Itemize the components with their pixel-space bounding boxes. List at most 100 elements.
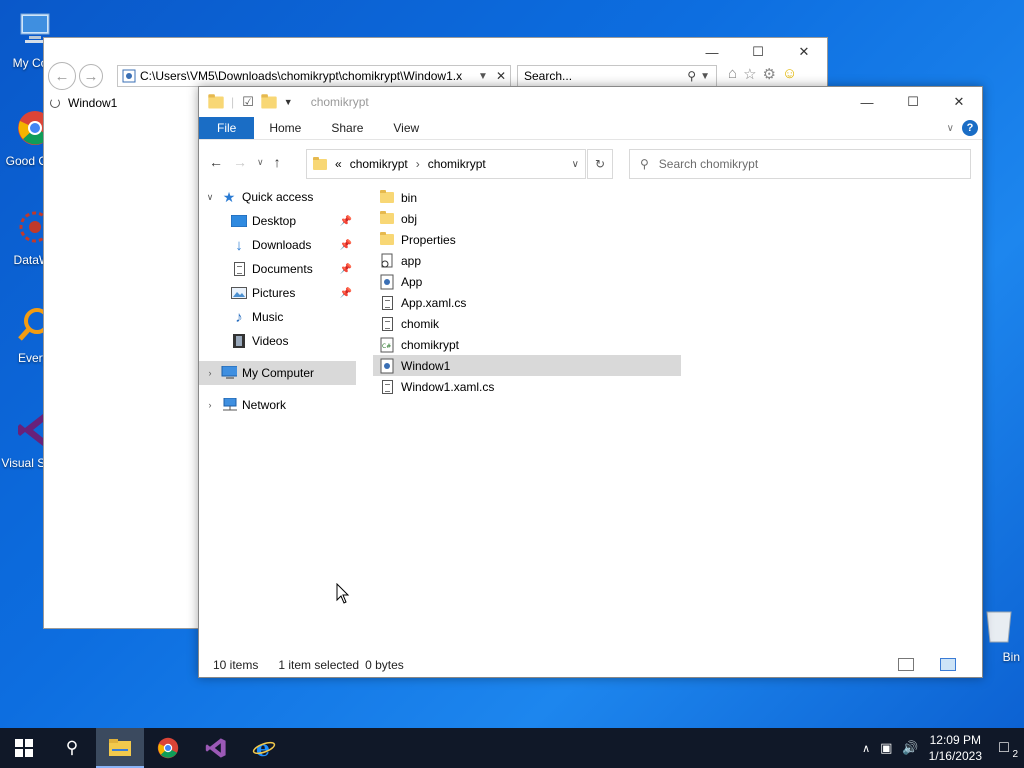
- folder-icon: [313, 156, 327, 170]
- breadcrumb-item[interactable]: chomikrypt: [428, 157, 486, 171]
- list-item[interactable]: chomik: [373, 313, 681, 334]
- explorer-close-button[interactable]: ✕: [936, 87, 982, 117]
- list-item[interactable]: Properties: [373, 229, 681, 250]
- expand-chevron-icon[interactable]: ›: [199, 368, 221, 378]
- new-folder-icon[interactable]: [261, 93, 277, 109]
- volume-icon[interactable]: 🔊: [902, 740, 918, 756]
- taskbar-internet-explorer[interactable]: e: [240, 728, 288, 768]
- nav-quick-access[interactable]: ∨ ★ Quick access: [199, 185, 356, 209]
- list-item[interactable]: C# chomikrypt: [373, 334, 681, 355]
- nav-my-computer[interactable]: › My Computer: [199, 361, 356, 385]
- list-item[interactable]: Window1.xaml.cs: [373, 376, 681, 397]
- ie-nav: ← →: [48, 62, 106, 90]
- search-button[interactable]: ⚲: [48, 728, 96, 768]
- explorer-search-box[interactable]: ⚲ Search chomikrypt: [629, 149, 971, 179]
- forward-arrow-icon[interactable]: →: [233, 154, 247, 170]
- expand-ribbon-icon[interactable]: ∨: [947, 123, 954, 134]
- svg-text:e: e: [256, 736, 270, 760]
- ie-address-bar[interactable]: C:\Users\VM5\Downloads\chomikrypt\chomik…: [117, 65, 511, 87]
- ie-close-button[interactable]: ✕: [781, 38, 827, 66]
- properties-checkbox-icon[interactable]: ☑: [242, 94, 254, 110]
- chrome-icon: [157, 737, 179, 759]
- nav-label: Documents: [252, 262, 313, 276]
- large-icons-view-icon[interactable]: [940, 658, 956, 671]
- clock[interactable]: 12:09 PM 1/16/2023: [929, 732, 982, 764]
- search-icon[interactable]: ⚲: [687, 69, 696, 83]
- nav-item-pictures[interactable]: Pictures 📌: [199, 281, 356, 305]
- up-arrow-icon[interactable]: ↑: [274, 154, 281, 170]
- document-icon: [379, 316, 395, 332]
- taskbar-file-explorer[interactable]: [96, 728, 144, 768]
- nav-item-music[interactable]: ♪ Music: [199, 305, 356, 329]
- ie-search-dropdown-icon[interactable]: ▼: [700, 71, 710, 82]
- music-note-icon: ♪: [235, 308, 243, 326]
- favorites-star-icon[interactable]: ☆: [743, 65, 756, 83]
- pin-icon[interactable]: 📌: [340, 216, 352, 227]
- ribbon-right: ∨ ?: [947, 120, 978, 136]
- tab-file[interactable]: File: [199, 117, 255, 139]
- nav-item-videos[interactable]: Videos: [199, 329, 356, 353]
- collapse-chevron-icon[interactable]: ∨: [199, 192, 221, 203]
- list-item[interactable]: App: [373, 271, 681, 292]
- list-item[interactable]: app: [373, 250, 681, 271]
- tab-home[interactable]: Home: [254, 117, 316, 139]
- notification-icon: □: [999, 739, 1009, 756]
- gear-icon[interactable]: ⚙: [763, 65, 776, 83]
- breadcrumb-overflow[interactable]: «: [335, 157, 342, 171]
- pictures-icon: [231, 285, 247, 301]
- nav-item-documents[interactable]: Documents 📌: [199, 257, 356, 281]
- ie-search-box[interactable]: Search... ⚲ ▼: [517, 65, 717, 87]
- list-item[interactable]: bin: [373, 187, 681, 208]
- ie-address-dropdown-icon[interactable]: ▼: [478, 71, 488, 82]
- ie-stop-icon[interactable]: ✕: [496, 69, 506, 83]
- qat-dropdown-icon[interactable]: ▼: [284, 97, 293, 107]
- pin-icon[interactable]: 📌: [340, 288, 352, 299]
- network-tray-icon[interactable]: ▣: [880, 740, 892, 756]
- quick-access-toolbar: | ☑ ▼ chomikrypt: [208, 93, 369, 110]
- pin-icon[interactable]: 📌: [340, 264, 352, 275]
- details-view-icon[interactable]: [898, 658, 914, 671]
- nav-label: Music: [252, 310, 284, 324]
- ie-minimize-button[interactable]: —: [689, 38, 735, 66]
- nav-network[interactable]: › Network: [199, 393, 356, 417]
- ie-back-button[interactable]: ←: [48, 62, 76, 90]
- taskbar-visual-studio[interactable]: [192, 728, 240, 768]
- explorer-maximize-button[interactable]: ☐: [890, 87, 936, 117]
- ie-caption-buttons: — ☐ ✕: [689, 38, 827, 66]
- nav-item-desktop[interactable]: Desktop 📌: [199, 209, 356, 233]
- nav-label: My Computer: [242, 366, 315, 380]
- explorer-titlebar[interactable]: | ☑ ▼ chomikrypt — ☐ ✕: [199, 87, 982, 117]
- address-dropdown-icon[interactable]: ∨: [572, 159, 579, 170]
- list-item-selected[interactable]: Window1: [373, 355, 681, 376]
- home-icon[interactable]: ⌂: [728, 65, 737, 83]
- breadcrumb-item[interactable]: chomikrypt: [350, 157, 408, 171]
- tab-share[interactable]: Share: [316, 117, 378, 139]
- expand-chevron-icon[interactable]: ›: [199, 400, 221, 410]
- back-arrow-icon[interactable]: ←: [209, 154, 223, 170]
- file-name: bin: [401, 190, 418, 205]
- xaml-file-icon: [379, 358, 395, 374]
- show-hidden-icons-icon[interactable]: ∧: [862, 742, 870, 755]
- start-button[interactable]: [0, 728, 48, 768]
- recent-locations-icon[interactable]: ∨: [257, 157, 264, 168]
- explorer-address-bar[interactable]: « chomikrypt › chomikrypt ∨: [306, 149, 586, 179]
- pin-icon[interactable]: 📌: [340, 240, 352, 251]
- ie-titlebar[interactable]: — ☐ ✕ ← → C:\Users\VM5\Downloads\chomikr…: [44, 38, 827, 93]
- list-item[interactable]: obj: [373, 208, 681, 229]
- refresh-button[interactable]: ↻: [587, 149, 613, 179]
- smiley-icon[interactable]: ☺: [782, 65, 797, 83]
- ie-maximize-button[interactable]: ☐: [735, 38, 781, 66]
- help-icon[interactable]: ?: [962, 120, 978, 136]
- status-bar: 10 items 1 item selected 0 bytes: [199, 653, 982, 677]
- ie-forward-button[interactable]: →: [79, 64, 103, 88]
- taskbar-chrome[interactable]: [144, 728, 192, 768]
- explorer-window[interactable]: | ☑ ▼ chomikrypt — ☐ ✕ File Home Share V…: [198, 86, 983, 678]
- recycle-bin-icon: [985, 611, 1012, 643]
- ie-tab[interactable]: Window1: [50, 96, 117, 110]
- nav-item-downloads[interactable]: ↓ Downloads 📌: [199, 233, 356, 257]
- tab-view[interactable]: View: [378, 117, 434, 139]
- list-item[interactable]: App.xaml.cs: [373, 292, 681, 313]
- explorer-minimize-button[interactable]: —: [844, 87, 890, 117]
- action-center-button[interactable]: □ 2: [992, 736, 1018, 760]
